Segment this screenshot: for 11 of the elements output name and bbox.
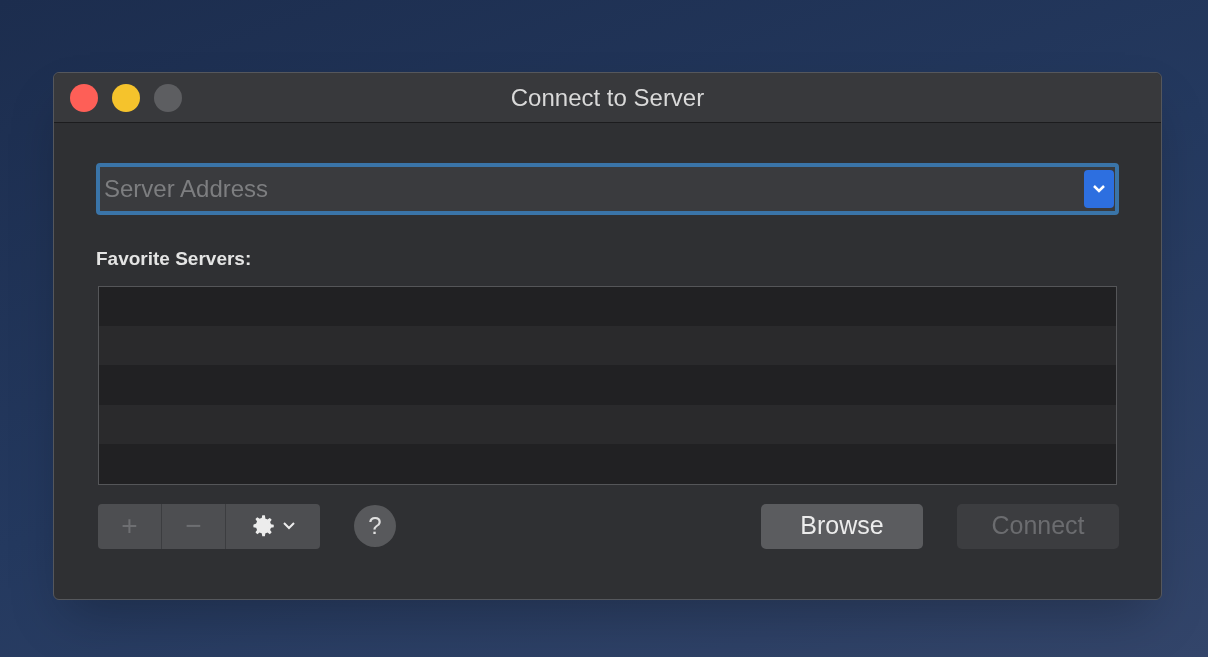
server-address-combo-box[interactable]: Server Address <box>96 163 1119 215</box>
chevron-down-icon <box>283 522 295 530</box>
gear-icon <box>251 513 277 539</box>
window-minimize-button[interactable] <box>112 83 140 112</box>
dropdown-chevron-icon[interactable] <box>1084 170 1114 208</box>
window-title: Connect to Server <box>510 82 705 113</box>
help-button[interactable]: ? <box>354 505 396 547</box>
server-address-field[interactable]: Server Address <box>100 171 1084 207</box>
dialog-button[interactable]: Browse <box>761 503 923 549</box>
favorite-servers-label: Favorite Servers: <box>96 247 253 271</box>
window-close-button[interactable] <box>70 83 98 112</box>
